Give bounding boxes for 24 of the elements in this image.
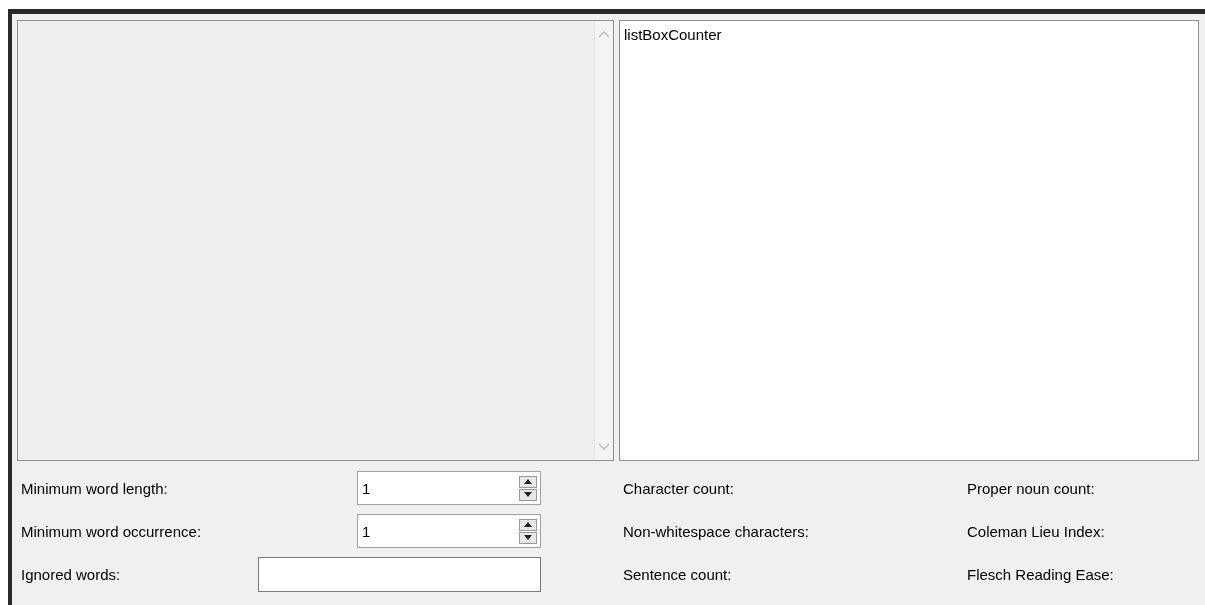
statistic-label: Non-whitespace characters:: [623, 522, 809, 540]
field-label: Minimum word length:: [21, 479, 168, 497]
statistic-label: Character count:: [623, 479, 734, 497]
decrement-button[interactable]: [519, 488, 537, 501]
increment-button[interactable]: [519, 475, 537, 488]
spinner-value: 1: [362, 479, 372, 497]
input-field[interactable]: [258, 556, 541, 592]
field-label: Minimum word occurrence:: [21, 522, 202, 540]
list-item[interactable]: listBoxCounter: [624, 26, 722, 43]
up-arrow-icon: [524, 522, 532, 527]
statistic-label: Flesch Reading Ease:: [967, 565, 1114, 583]
decrement-button[interactable]: [519, 531, 537, 544]
up-arrow-icon: [524, 479, 532, 484]
down-arrow-icon: [524, 492, 532, 497]
statistic-label: Proper noun count:: [967, 479, 1095, 497]
spinner-value: 1: [362, 522, 372, 540]
increment-button[interactable]: [519, 518, 537, 531]
list-box[interactable]: listBoxCounter: [619, 20, 1199, 461]
down-arrow-icon: [524, 535, 532, 540]
field-label: Ignored words:: [21, 565, 121, 583]
number-spinner[interactable]: 1: [357, 514, 541, 548]
statistic-label: Coleman Lieu Index:: [967, 522, 1105, 540]
statistic-label: Sentence count:: [623, 565, 732, 583]
number-spinner[interactable]: 1: [357, 471, 541, 505]
